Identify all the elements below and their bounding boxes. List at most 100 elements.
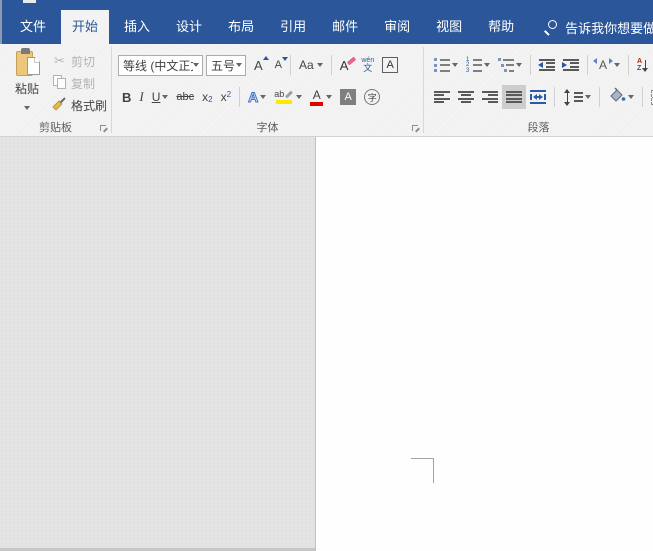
- shading-button[interactable]: [604, 85, 638, 109]
- margin-corner-mark: [411, 458, 434, 459]
- paste-button[interactable]: 粘贴: [5, 48, 49, 115]
- asian-layout-icon: A: [592, 58, 614, 72]
- separator: [599, 87, 600, 107]
- distribute-icon: [530, 90, 546, 104]
- text-effects-icon: A: [248, 89, 259, 106]
- tab-help[interactable]: 帮助: [477, 10, 525, 44]
- numbered-list-icon: 1 2 3: [466, 57, 482, 74]
- chevron-down-icon: [484, 63, 490, 67]
- font-group-label: 字体: [256, 122, 279, 134]
- separator: [642, 87, 643, 107]
- separator: [330, 55, 332, 75]
- align-right-button[interactable]: [478, 85, 502, 109]
- superscript-button[interactable]: x2: [217, 85, 235, 109]
- superscript-icon: x2: [220, 90, 232, 104]
- clipboard-group-label: 剪贴板: [39, 122, 72, 134]
- chevron-down-icon: [452, 63, 458, 67]
- quick-access-toolbar-remnant: [23, 0, 36, 3]
- text-highlight-color-button[interactable]: ab: [270, 85, 306, 109]
- sort-az-icon: AZ: [637, 58, 649, 72]
- tab-file[interactable]: 文件: [9, 10, 57, 44]
- separator: [530, 55, 531, 75]
- search-placeholder: 告诉我你想要做什么: [565, 20, 653, 36]
- tab-review[interactable]: 审阅: [373, 10, 421, 44]
- separator: [239, 87, 241, 107]
- character-border-button[interactable]: A: [378, 53, 402, 77]
- clear-formatting-button[interactable]: A: [336, 53, 353, 77]
- bullets-button[interactable]: [430, 53, 462, 77]
- scissors-icon: ✂: [54, 53, 65, 69]
- font-size-combobox[interactable]: 五号: [206, 54, 246, 76]
- align-right-icon: [482, 90, 498, 104]
- text-effects-button[interactable]: A: [244, 85, 270, 109]
- tell-me-search[interactable]: 告诉我你想要做什么: [543, 10, 653, 44]
- font-color-button[interactable]: A: [306, 85, 336, 109]
- align-center-icon: [458, 90, 474, 104]
- subscript-icon: x2: [202, 90, 213, 104]
- sort-button[interactable]: AZ: [633, 53, 650, 77]
- enclose-characters-button[interactable]: 字: [360, 85, 384, 109]
- format-painter-button[interactable]: 格式刷: [50, 94, 107, 116]
- tab-layout[interactable]: 布局: [217, 10, 265, 44]
- line-spacing-button[interactable]: [559, 85, 595, 109]
- paste-label: 粘贴: [14, 82, 39, 96]
- document-area: [0, 137, 653, 551]
- subscript-button[interactable]: x2: [198, 85, 216, 109]
- tab-mailings[interactable]: 邮件: [321, 10, 369, 44]
- format-painter-label: 格式刷: [71, 98, 108, 113]
- asian-layout-button[interactable]: A: [592, 53, 624, 77]
- copy-label: 复制: [71, 76, 96, 91]
- chevron-down-icon: [162, 95, 169, 99]
- increase-indent-button[interactable]: [559, 53, 583, 77]
- tab-view[interactable]: 视图: [425, 10, 473, 44]
- phonetic-guide-icon: wén 文: [361, 57, 375, 73]
- distribute-button[interactable]: [526, 85, 550, 109]
- font-name-combobox[interactable]: 等线 (中文正文: [118, 54, 203, 76]
- paste-clipboard-icon: [14, 48, 40, 79]
- chevron-down-icon: [236, 63, 242, 67]
- font-color-icon: A: [310, 89, 324, 106]
- paste-dropdown-arrow-icon[interactable]: [24, 106, 30, 110]
- font-group: 等线 (中文正文 五号 A A Aa A: [112, 44, 423, 136]
- chevron-down-icon: [516, 63, 522, 67]
- italic-button[interactable]: I: [135, 85, 147, 109]
- format-painter-brush-icon: [50, 96, 69, 114]
- tab-insert[interactable]: 插入: [113, 10, 161, 44]
- cut-button[interactable]: ✂ 剪切: [50, 50, 107, 72]
- copy-button[interactable]: 复制: [50, 72, 107, 94]
- grow-font-button[interactable]: A: [250, 53, 269, 77]
- numbering-button[interactable]: 1 2 3: [462, 53, 494, 77]
- chevron-down-icon: [326, 95, 333, 99]
- clear-formatting-eraser-icon: A: [339, 57, 349, 73]
- strikethrough-icon: abc: [176, 91, 195, 103]
- align-left-button[interactable]: [430, 85, 454, 109]
- chevron-down-icon: [260, 95, 267, 99]
- ribbon: 粘贴 ✂ 剪切 复制 格式刷 剪贴板 等线 (中文正 五号 A A Aa A w…: [0, 44, 653, 137]
- separator: [290, 55, 292, 75]
- tab-home[interactable]: 开始: [61, 10, 110, 44]
- phonetic-guide-button[interactable]: wén 文: [357, 53, 378, 77]
- bold-button[interactable]: B: [118, 85, 135, 109]
- separator: [587, 55, 588, 75]
- borders-button[interactable]: [647, 85, 653, 109]
- underline-button[interactable]: U: [148, 85, 173, 109]
- change-case-button[interactable]: Aa: [295, 53, 327, 77]
- font-row-2: B I U abc x2 x2 A ab A A 字: [118, 85, 384, 109]
- bold-icon: B: [122, 89, 132, 105]
- clipboard-dialog-launcher-icon[interactable]: [99, 124, 108, 133]
- cut-label: 剪切: [71, 54, 96, 69]
- pen-icon: [285, 90, 294, 99]
- align-center-button[interactable]: [454, 85, 478, 109]
- document-page[interactable]: [316, 137, 653, 551]
- decrease-indent-button[interactable]: [535, 53, 559, 77]
- font-dialog-launcher-icon[interactable]: [411, 124, 420, 133]
- separator: [628, 55, 630, 75]
- justify-button[interactable]: [502, 85, 526, 109]
- shrink-font-button[interactable]: A: [271, 53, 289, 77]
- strikethrough-button[interactable]: abc: [172, 85, 198, 109]
- tab-design[interactable]: 设计: [165, 10, 213, 44]
- multilevel-list-button[interactable]: [494, 53, 526, 77]
- character-shading-button[interactable]: A: [336, 85, 360, 109]
- bullet-list-icon: [434, 58, 450, 72]
- tab-references[interactable]: 引用: [269, 10, 317, 44]
